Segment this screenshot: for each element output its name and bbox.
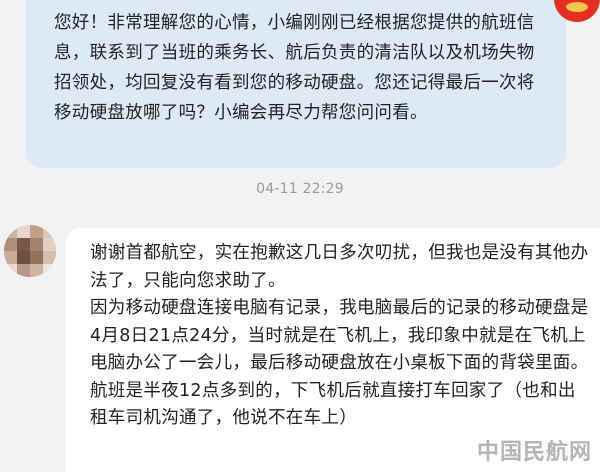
message-timestamp: 04-11 22:29 xyxy=(256,181,344,197)
agent-message-bubble: 您好！非常理解您的心情，小编刚刚已经根据您提供的航班信息，联系到了当班的乘务长、… xyxy=(26,0,566,168)
agent-message-text: 您好！非常理解您的心情，小编刚刚已经根据您提供的航班信息，联系到了当班的乘务长、… xyxy=(54,13,535,123)
user-message-paragraph: 因为移动硬盘连接电脑有记录，我电脑最后的记录的移动硬盘是4月8日21点24分，当… xyxy=(90,298,589,373)
pixelated-avatar-icon[interactable] xyxy=(4,225,56,277)
chat-view: 您好！非常理解您的心情，小编刚刚已经根据您提供的航班信息，联系到了当班的乘务长、… xyxy=(0,0,600,472)
user-message-paragraph: 谢谢首都航空，实在抱歉这几日多次叨扰，但我也是没有其他办法了，只能向您求助了。 xyxy=(90,243,589,291)
watermark: 中国民航网 xyxy=(476,439,592,465)
user-message-text: 谢谢首都航空，实在抱歉这几日多次叨扰，但我也是没有其他办法了，只能向您求助了。 … xyxy=(90,240,590,433)
user-message-paragraph: 航班是半夜12点多到的，下飞机后就直接打车回家了（也和出租车司机沟通了，他说不在… xyxy=(90,380,576,429)
